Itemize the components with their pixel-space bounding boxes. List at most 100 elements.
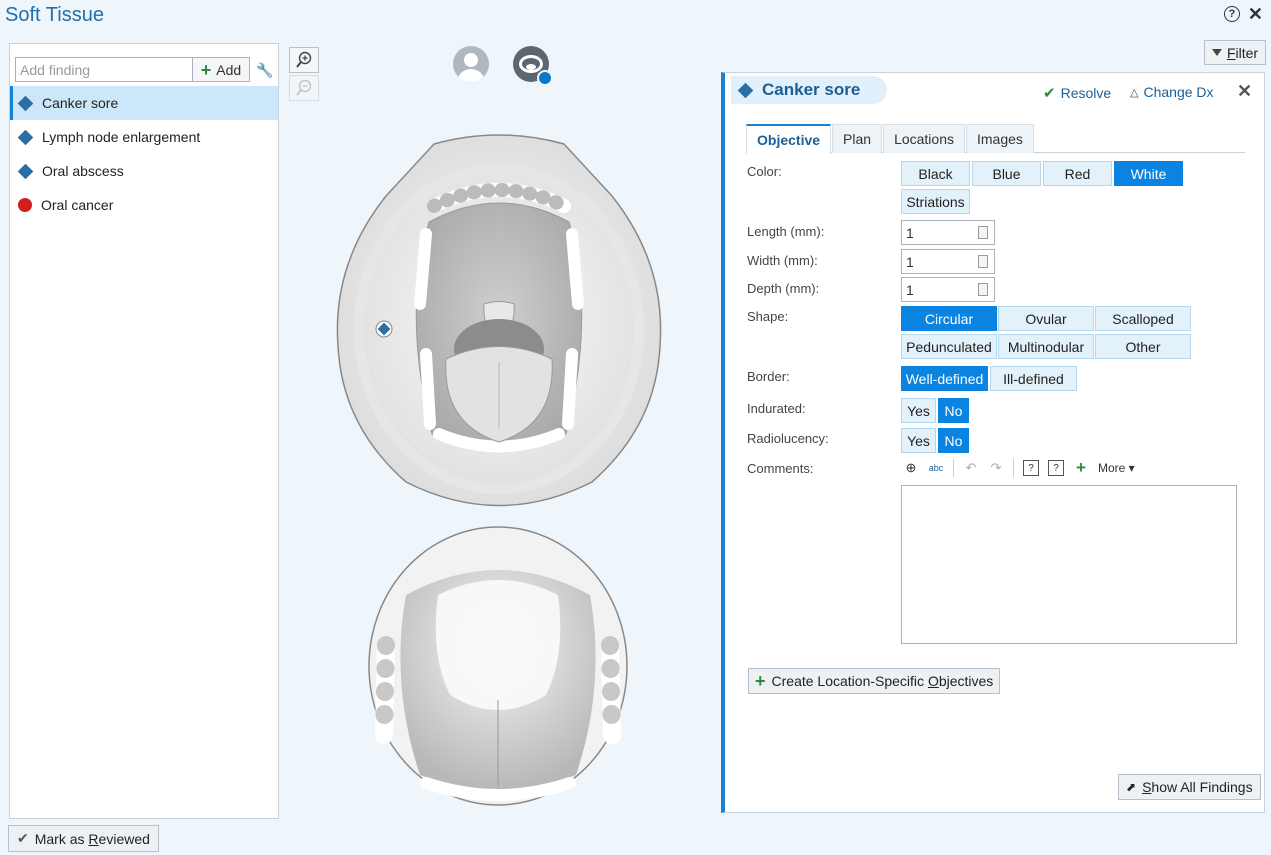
calculator-icon[interactable]: [978, 255, 988, 268]
finding-oral-abscess[interactable]: Oral abscess: [10, 154, 278, 188]
more-dropdown[interactable]: More ▾: [1098, 461, 1135, 475]
comments-label: Comments:: [747, 461, 814, 476]
help-icon[interactable]: ?: [1223, 6, 1240, 22]
comments-toolbar: ⊕ abc ↶ ↷ ? ? + More ▾: [903, 458, 1135, 477]
zoom-out-icon: [296, 79, 312, 96]
plus-icon: +: [200, 59, 212, 80]
comments-textarea[interactable]: [901, 485, 1237, 644]
finding-label: Lymph node enlargement: [42, 129, 201, 145]
border-label: Border:: [747, 369, 790, 384]
add-button[interactable]: + Add: [192, 58, 249, 81]
findings-panel: + Add 🔧 Canker sore Lymph node enlargeme…: [9, 43, 279, 819]
zoom-in-icon[interactable]: ⊕: [903, 460, 919, 476]
findings-list: Canker sore Lymph node enlargement Oral …: [10, 86, 278, 222]
indurated-label: Indurated:: [747, 401, 806, 416]
finding-label: Canker sore: [42, 95, 119, 111]
tab-plan[interactable]: Plan: [832, 124, 883, 153]
create-location-objectives-button[interactable]: + Create Location-Specific Objectives: [748, 668, 1001, 694]
mark-as-reviewed-button[interactable]: ✔ Mark as Reviewed: [8, 825, 159, 852]
border-ill-defined-button[interactable]: Ill-defined: [990, 366, 1077, 391]
zoom-in-button[interactable]: [289, 47, 319, 73]
redo-icon[interactable]: ↷: [988, 460, 1004, 476]
zoom-in-icon: [296, 51, 312, 68]
finding-label: Oral cancer: [41, 197, 114, 213]
plus-icon: +: [755, 671, 766, 691]
add-button-label: Add: [216, 61, 242, 78]
insert-question-list-icon[interactable]: ?: [1048, 460, 1064, 476]
radiolucency-label: Radiolucency:: [747, 431, 829, 446]
spellcheck-icon[interactable]: abc: [928, 460, 944, 476]
color-blue-button[interactable]: Blue: [972, 161, 1041, 186]
width-label: Width (mm):: [747, 253, 818, 268]
toolbar-separator: [1013, 459, 1014, 477]
length-label: Length (mm):: [747, 224, 825, 239]
show-all-findings-button[interactable]: ⬈ Show All Findings: [1118, 774, 1261, 800]
diamond-icon: [17, 95, 34, 111]
width-input[interactable]: 1: [901, 249, 995, 274]
filter-button[interactable]: Filter: [1204, 40, 1266, 65]
indurated-yes-button[interactable]: Yes: [901, 398, 936, 423]
shape-label: Shape:: [747, 309, 789, 324]
detail-tabs: Objective Plan Locations Images: [746, 124, 1245, 154]
arrow-icon: ⬈: [1126, 780, 1137, 794]
add-finding-input[interactable]: [16, 58, 192, 81]
plus-icon[interactable]: +: [1073, 458, 1089, 477]
shape-multinodular-button[interactable]: Multinodular: [998, 334, 1094, 359]
calculator-icon[interactable]: [978, 226, 988, 239]
resolve-link[interactable]: ✔ Resolve: [1043, 84, 1111, 102]
palate-diagram[interactable]: [366, 525, 630, 807]
face-view-icon[interactable]: [453, 46, 489, 82]
color-red-button[interactable]: Red: [1043, 161, 1112, 186]
radiolucency-yes-button[interactable]: Yes: [901, 428, 936, 453]
add-finding-row: + Add: [15, 57, 250, 82]
close-icon[interactable]: ✕: [1248, 5, 1263, 23]
undo-icon[interactable]: ↶: [963, 460, 979, 476]
change-dx-link[interactable]: △ Change Dx: [1130, 84, 1214, 100]
reviewed-label: Mark as Reviewed: [34, 830, 150, 847]
finding-canker-sore[interactable]: Canker sore: [10, 86, 278, 120]
zoom-out-button[interactable]: [289, 75, 319, 101]
radiolucency-no-button[interactable]: No: [938, 428, 969, 453]
check-icon: ✔: [17, 830, 29, 846]
calculator-icon[interactable]: [978, 283, 988, 296]
create-label: Create Location-Specific Objectives: [771, 673, 994, 689]
diamond-icon: [17, 163, 34, 179]
depth-label: Depth (mm):: [747, 281, 820, 296]
finding-lymph-node-enlargement[interactable]: Lymph node enlargement: [10, 120, 278, 154]
shape-scalloped-button[interactable]: Scalloped: [1095, 306, 1191, 331]
shape-circular-button[interactable]: Circular: [901, 306, 997, 331]
finding-detail-panel: Canker sore ✔ Resolve △ Change Dx ✕ Obje…: [721, 72, 1265, 813]
color-striations-button[interactable]: Striations: [901, 189, 970, 214]
shape-pedunculated-button[interactable]: Pedunculated: [901, 334, 997, 359]
close-icon[interactable]: ✕: [1237, 81, 1252, 102]
tab-locations[interactable]: Locations: [883, 124, 965, 153]
window-controls: ? ✕: [1223, 5, 1263, 23]
detail-title: Canker sore: [762, 80, 861, 99]
insert-question-icon[interactable]: ?: [1023, 460, 1039, 476]
finding-marker[interactable]: [375, 320, 393, 338]
length-input[interactable]: 1: [901, 220, 995, 245]
active-view-badge: [537, 70, 553, 86]
cancer-icon: [18, 198, 32, 212]
wrench-icon[interactable]: 🔧: [256, 62, 273, 79]
toolbar-separator: [953, 459, 954, 477]
tab-objective[interactable]: Objective: [746, 124, 832, 154]
diamond-icon: [737, 82, 754, 98]
border-well-defined-button[interactable]: Well-defined: [901, 366, 988, 391]
check-icon: ✔: [1043, 85, 1056, 102]
shape-other-button[interactable]: Other: [1095, 334, 1191, 359]
indurated-no-button[interactable]: No: [938, 398, 969, 423]
tab-images[interactable]: Images: [966, 124, 1034, 153]
depth-input[interactable]: 1: [901, 277, 995, 302]
color-label: Color:: [747, 164, 782, 179]
filter-label: Filter: [1226, 44, 1259, 61]
shape-ovular-button[interactable]: Ovular: [998, 306, 1094, 331]
finding-label: Oral abscess: [42, 163, 124, 179]
finding-oral-cancer[interactable]: Oral cancer: [10, 188, 278, 222]
color-white-button[interactable]: White: [1114, 161, 1183, 186]
funnel-icon: [1211, 49, 1222, 56]
show-all-label: Show All Findings: [1142, 779, 1253, 795]
open-mouth-diagram[interactable]: [334, 134, 664, 518]
diamond-icon: [17, 129, 34, 145]
color-black-button[interactable]: Black: [901, 161, 970, 186]
